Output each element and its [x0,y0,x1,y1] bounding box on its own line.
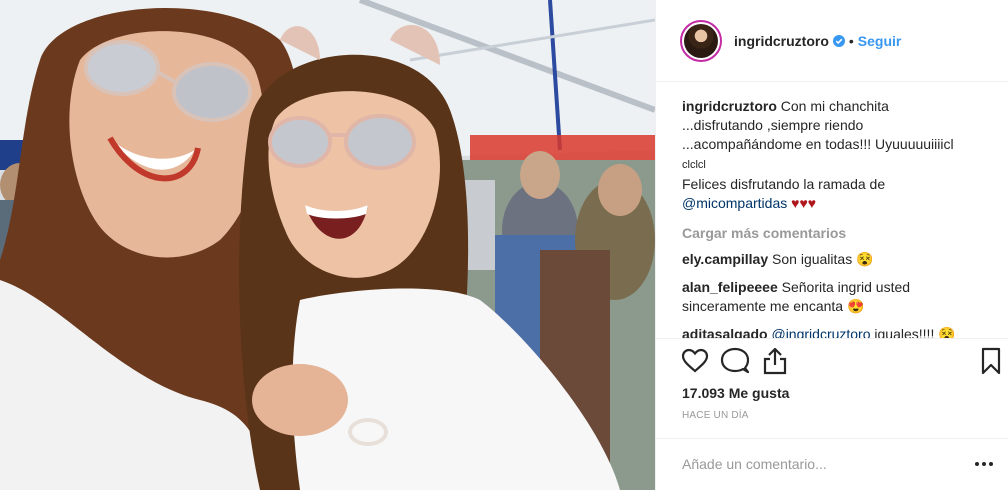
header-username[interactable]: ingridcruztoro [734,33,829,49]
load-more-comments-button[interactable]: Cargar más comentarios [682,225,989,241]
comment-item: ely.campillay Son igualitas 😵 [682,250,989,269]
comment-username[interactable]: alan_felipeeee [682,279,778,295]
caption-line-2: ...disfrutando ,siempre riendo [682,117,864,133]
comment-text: iguales!!!! [874,326,935,338]
verified-badge-icon [832,34,845,47]
post-side-panel: ingridcruztoro • Seguir ingridcruztoro C… [655,0,1008,490]
avatar[interactable] [680,19,722,62]
comment-username[interactable]: ely.campillay [682,251,768,267]
likes-count[interactable]: 17.093 Me gusta [682,385,789,401]
photo-illustration [0,0,655,490]
post-header: ingridcruztoro • Seguir [656,0,1008,82]
comments-section: ingridcruztoro Con mi chanchita ...disfr… [656,83,1008,338]
comment-text-continued: sinceramente me encanta [682,298,844,314]
comment-item: alan_felipeeee Señorita ingrid usted sin… [682,278,989,316]
post-timestamp: HACE UN DÍA [682,410,749,421]
caption-username[interactable]: ingridcruztoro [682,98,777,114]
post-photo[interactable] [0,0,655,490]
comment-text: Son igualitas [772,251,853,267]
caption-line-3: ...acompañándome en todas!!! Uyuuuuuiiii… [682,136,954,152]
instagram-post: ingridcruztoro • Seguir ingridcruztoro C… [0,0,1008,490]
comment-username[interactable]: aditasalgado [682,326,768,338]
comment-input[interactable] [682,453,942,475]
caption-mention[interactable]: @micompartidas [682,195,787,211]
comment-text: Señorita ingrid usted [781,279,911,295]
bookmark-icon[interactable] [976,346,1006,376]
comment-emoji: 😵 [856,251,874,267]
post-caption: ingridcruztoro Con mi chanchita ...disfr… [682,97,989,213]
caption-hearts: ♥♥♥ [791,195,817,211]
share-upload-icon[interactable] [760,346,790,376]
caption-line-5: Felices disfrutando la ramada de [682,176,886,192]
more-dots-icon[interactable] [973,455,995,473]
speech-bubble-icon[interactable] [720,346,750,376]
heart-outline-icon[interactable] [680,346,710,376]
add-comment-bar [656,438,1008,490]
avatar-image [684,23,718,58]
caption-line-1: Con mi chanchita [780,98,889,114]
comment-emoji: 😍 [846,298,865,314]
caption-line-4: clclcl [682,159,706,171]
comment-mention[interactable]: @ingridcruztoro [771,326,870,338]
follow-button[interactable]: Seguir [858,33,902,49]
header-separator: • [848,32,854,49]
action-bar [656,338,1008,382]
comment-emoji: 😵 [938,326,956,338]
comment-item: aditasalgado @ingridcruztoro iguales!!!!… [682,325,989,338]
